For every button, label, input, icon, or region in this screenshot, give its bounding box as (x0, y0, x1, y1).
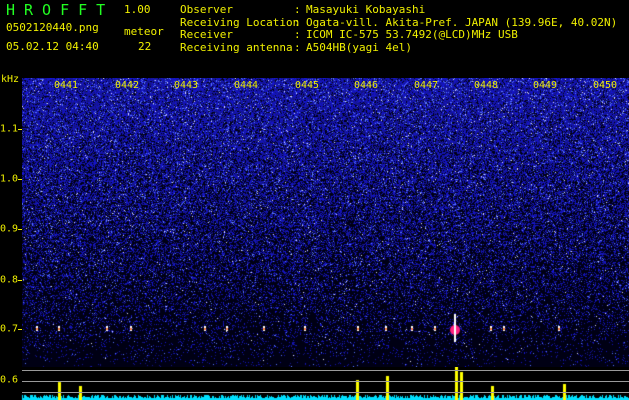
strip-line-middle (22, 381, 629, 382)
meteor-count: 22 (138, 40, 152, 53)
freq-label: 0.7 (0, 323, 19, 335)
station-info: Observer: Masayuki Kobayashi Receiving Lo… (180, 3, 618, 54)
freq-label: 0.6 (0, 374, 19, 386)
time-label: 0450 (592, 80, 618, 91)
filename-label: 0502120440.png (6, 21, 99, 34)
time-label: 0447 (413, 80, 439, 91)
spectrogram (22, 78, 629, 367)
header-panel: HROFFT 1.00 0502120440.png meteor 05.02.… (0, 0, 629, 74)
freq-tick (18, 229, 22, 230)
version-label: 1.00 (124, 3, 151, 16)
datetime-label: 05.02.12 04:40 (6, 40, 99, 53)
time-label: 0449 (532, 80, 558, 91)
freq-tick (18, 179, 22, 180)
time-label: 0446 (353, 80, 379, 91)
mode-label: meteor (124, 25, 164, 38)
meta-key: Receiver (180, 28, 233, 41)
meta-value: Ogata-vill. Akita-Pref. JAPAN (139.96E, … (306, 15, 618, 29)
strip-line-upper (22, 370, 629, 371)
time-label: 0445 (294, 80, 320, 91)
time-label: 0448 (473, 80, 499, 91)
time-label: 0441 (53, 80, 79, 91)
antenna-row: Receiving antenna: A504HB(yagi 4el) (180, 40, 412, 54)
meta-value: ICOM IC-575 53.7492(@LCD)MHz USB (306, 28, 518, 41)
meta-key: Receiving antenna (180, 40, 293, 54)
freq-tick (18, 329, 22, 330)
freq-tick (18, 280, 22, 281)
signal-strip (0, 367, 629, 400)
meta-key: Observer (180, 3, 233, 16)
freq-label: 0.9 (0, 223, 19, 235)
freq-label: 0.8 (0, 274, 19, 286)
time-label: 0443 (173, 80, 199, 91)
strip-line-lower (22, 392, 629, 393)
app-title: HROFFT (6, 1, 115, 19)
meta-value: Masayuki Kobayashi (306, 3, 426, 16)
time-label: 0442 (114, 80, 140, 91)
freq-label: 1.1 (0, 123, 19, 135)
meta-value: A504HB(yagi 4el) (306, 40, 412, 54)
freq-tick (18, 129, 22, 130)
freq-label: 1.0 (0, 173, 19, 185)
khz-unit-label: kHz (1, 74, 20, 85)
time-label: 0444 (233, 80, 259, 91)
